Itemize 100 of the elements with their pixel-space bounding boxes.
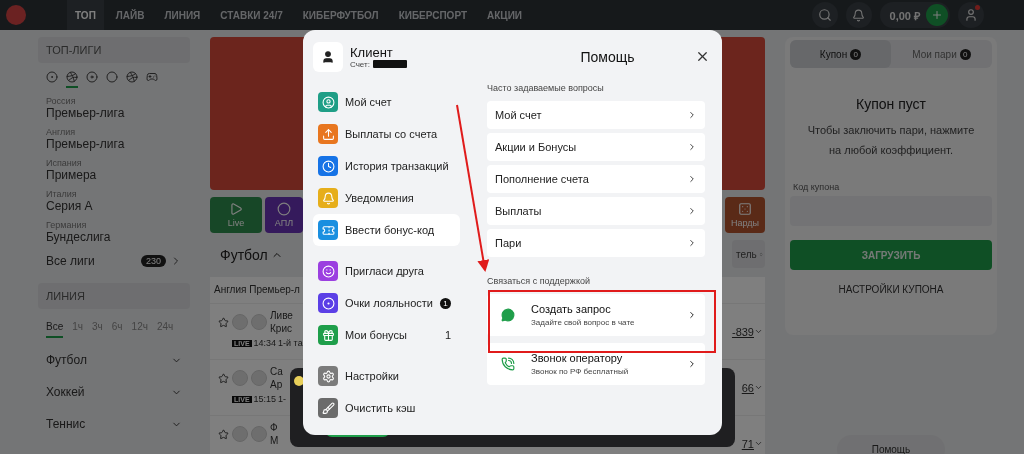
chevron-down-icon xyxy=(754,327,763,336)
team-logo-icon xyxy=(251,370,267,386)
coupon-tab[interactable]: Купон 0 xyxy=(790,40,891,68)
match-time: 15:15 xyxy=(253,394,277,404)
logo-icon[interactable] xyxy=(6,5,26,25)
league-link[interactable]: Премьер-лига xyxy=(46,136,182,151)
section-title[interactable]: Футбол xyxy=(210,240,303,270)
chevron-right-icon xyxy=(687,174,697,184)
sport-item[interactable]: Теннис xyxy=(38,408,190,440)
chevron-right-icon xyxy=(687,359,697,369)
sport-item[interactable]: Хоккей xyxy=(38,376,190,408)
chevron-right-icon xyxy=(687,142,697,152)
country-label: Италия xyxy=(46,188,78,199)
faq-item[interactable]: Мой счет xyxy=(487,101,705,129)
profile-button[interactable] xyxy=(958,2,984,28)
chevron-right-icon xyxy=(687,206,697,216)
empty-text: Чтобы заключить пари, нажмите на любой коэффициент. xyxy=(806,123,976,158)
chat-icon xyxy=(501,308,515,322)
faq-item[interactable]: Пари xyxy=(487,229,705,257)
odds-link[interactable]: 71 xyxy=(741,437,765,450)
nav-item[interactable]: АКЦИИ xyxy=(479,0,531,30)
faq-item[interactable]: Акции и Бонусы xyxy=(487,133,705,161)
notification-dot xyxy=(975,5,980,10)
section-title: Связаться с поддержкой xyxy=(487,276,591,288)
coupon-settings-link[interactable]: НАСТРОЙКИ КУПОНА xyxy=(790,284,992,295)
team-name: Ливе xyxy=(270,309,293,322)
team-logo-icon xyxy=(251,314,267,330)
chevron-down-icon xyxy=(754,439,763,448)
count-badge: 230 xyxy=(140,255,166,267)
all-leagues-link[interactable]: Все лиги xyxy=(46,254,141,268)
search-icon xyxy=(817,8,832,22)
star-icon xyxy=(218,428,229,440)
star-icon xyxy=(218,372,229,384)
league-link[interactable]: Серия А xyxy=(46,198,182,213)
empty-title: Купон пуст xyxy=(855,96,927,112)
menu-item[interactable]: Выплаты со счета xyxy=(313,118,460,150)
menu-item[interactable]: Уведомления xyxy=(313,182,460,214)
coupon-tab[interactable]: Мои пари 0 xyxy=(891,40,992,68)
menu-item[interactable]: Ввести бонус-код xyxy=(313,214,460,246)
country-label: Испания xyxy=(46,157,83,168)
count-badge: 0 xyxy=(959,48,971,60)
category-tile[interactable]: Нарды xyxy=(725,197,765,233)
team-name: Ф xyxy=(270,421,279,434)
nav-item[interactable]: ЛАЙВ xyxy=(107,0,153,30)
team-logo-icon xyxy=(232,314,248,330)
category-tile[interactable]: Live xyxy=(210,197,262,233)
sport-item[interactable]: Футбол xyxy=(38,344,190,376)
nav-item[interactable]: ТОП xyxy=(67,0,104,30)
chevron-right-icon xyxy=(687,238,697,248)
team-name: Са xyxy=(270,365,283,378)
league-link[interactable]: Бундеслига xyxy=(46,229,182,244)
play-icon xyxy=(229,202,243,216)
dialog-title: Помощь xyxy=(579,48,636,65)
section-title: Часто задаваемые вопросы xyxy=(487,83,605,95)
menu-item[interactable]: История транзакций xyxy=(313,150,460,182)
league-link[interactable]: Примера xyxy=(46,167,182,182)
nav-item[interactable]: ЛИНИЯ xyxy=(156,0,209,30)
phone-icon xyxy=(501,357,515,371)
country-label: Германия xyxy=(46,219,88,230)
match-status: 1-й та xyxy=(278,338,303,348)
user-icon xyxy=(964,8,978,22)
period-tab[interactable]: Все xyxy=(46,321,64,338)
sort-dropdown[interactable]: тель xyxy=(732,240,765,268)
star-icon xyxy=(218,316,229,328)
section-header: ТОП-ЛИГИ xyxy=(38,37,190,63)
redaction-bar xyxy=(372,60,407,68)
team-name: Ар xyxy=(270,378,283,391)
count-badge: 0 xyxy=(850,48,862,60)
chevron-right-icon xyxy=(687,110,697,120)
menu-item[interactable]: Настройки xyxy=(313,360,460,392)
nav-item[interactable]: СТАВКИ 24/7 xyxy=(212,0,291,30)
bell-icon xyxy=(852,8,866,22)
field-label: Код купона xyxy=(793,182,841,192)
team-logo-icon xyxy=(232,426,248,442)
menu-item[interactable]: Мой счет xyxy=(313,86,460,118)
support-item[interactable]: Создать запрос Задайте свой вопрос в чате xyxy=(487,294,705,336)
balance-button[interactable]: 0,00 ₽ xyxy=(879,2,950,28)
team-name: Крис xyxy=(270,322,293,335)
notifications-button[interactable] xyxy=(845,2,872,28)
close-button[interactable] xyxy=(695,49,710,64)
plus-icon xyxy=(926,4,948,26)
section-header: ЛИНИЯ xyxy=(38,283,190,309)
odds-link[interactable]: -839 xyxy=(731,325,765,338)
faq-item[interactable]: Пополнение счета xyxy=(487,165,705,193)
category-tile[interactable]: АПЛ xyxy=(265,197,303,233)
odds-link[interactable]: 66 xyxy=(741,381,765,394)
chevron-right-icon xyxy=(687,310,697,320)
load-button[interactable]: ЗАГРУЗИТЬ xyxy=(790,240,992,270)
chevron-down-icon xyxy=(754,383,763,392)
nav-item[interactable]: КИБЕРФУТБОЛ xyxy=(294,0,387,30)
faq-item[interactable]: Выплаты xyxy=(487,197,705,225)
team-logo-icon xyxy=(232,370,248,386)
league-link[interactable]: Премьер-лига xyxy=(46,105,182,120)
search-button[interactable] xyxy=(811,2,838,28)
account-label: Счет: xyxy=(350,59,370,69)
nav-item[interactable]: КИБЕРСПОРТ xyxy=(390,0,476,30)
support-item[interactable]: Звонок оператору Звонок по РФ бесплатный xyxy=(487,343,705,385)
menu-item[interactable]: Мои бонусы 1 xyxy=(313,319,460,351)
menu-item[interactable]: Очистить кэш xyxy=(313,392,460,424)
count-badge: 1 xyxy=(440,297,451,309)
